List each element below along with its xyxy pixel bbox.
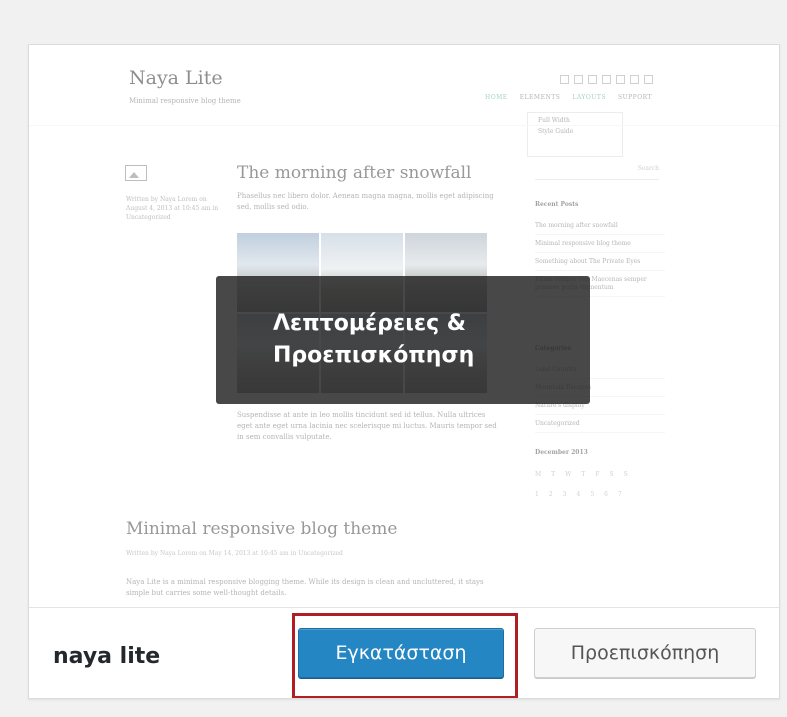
site-nav: HOME ELEMENTS LAYOUTS SUPPORT xyxy=(485,94,652,101)
calendar-cell: S xyxy=(623,471,628,478)
calendar-cell: T xyxy=(581,471,586,478)
calendar-cell: W xyxy=(565,471,572,478)
calendar-row: 1 2 3 4 5 6 7 xyxy=(535,485,665,505)
post-meta: Written by Naya Lorem on August 4, 2013 … xyxy=(126,196,219,221)
sidebar-heading: December 2013 xyxy=(535,449,588,456)
post-excerpt: Phasellus nec libero dolor. Aenean magna… xyxy=(237,192,494,211)
social-icon xyxy=(630,75,639,84)
calendar-cell: 7 xyxy=(617,491,622,498)
calendar-cell: M xyxy=(535,471,542,478)
dropdown-item: Full Width xyxy=(538,117,570,124)
header-divider xyxy=(29,125,779,126)
calendar-row: M T W T F S S xyxy=(535,465,665,485)
social-icon xyxy=(560,75,569,84)
calendar-cell: 4 xyxy=(576,491,581,498)
social-icons xyxy=(560,75,653,84)
calendar-cell: 2 xyxy=(548,491,553,498)
social-icon xyxy=(602,75,611,84)
theme-card-footer: naya lite Εγκατάσταση Προεπισκόπηση xyxy=(29,607,779,698)
sidebar-recent-item: The morning after snowfall xyxy=(535,217,665,235)
theme-screenshot[interactable]: Naya Lite Minimal responsive blog theme … xyxy=(29,45,779,607)
nav-item-home: HOME xyxy=(485,94,508,101)
sidebar-recent-item: Minimal responsive blog theme xyxy=(535,235,665,253)
sidebar-category-item: Uncategorized xyxy=(535,415,665,433)
nav-item-support: SUPPORT xyxy=(617,94,653,101)
sidebar-search: Search xyxy=(535,165,659,180)
calendar-cell: T xyxy=(551,471,556,478)
image-format-icon xyxy=(125,165,147,181)
calendar-cell: 1 xyxy=(535,491,539,498)
theme-card[interactable]: Naya Lite Minimal responsive blog theme … xyxy=(28,44,780,699)
social-icon xyxy=(588,75,597,84)
nav-item-layouts: LAYOUTS xyxy=(572,94,606,101)
nav-item-elements: ELEMENTS xyxy=(519,94,561,101)
social-icon xyxy=(644,75,653,84)
post-title: The morning after snowfall xyxy=(237,163,472,183)
nav-dropdown: Full Width Style Guide xyxy=(527,112,623,157)
social-icon xyxy=(616,75,625,84)
preview-button[interactable]: Προεπισκόπηση xyxy=(534,628,756,678)
social-icon xyxy=(574,75,583,84)
overlay-label: Λεπτομέρειες & Προεπισκόπηση xyxy=(273,311,475,368)
site-tagline: Minimal responsive blog theme xyxy=(129,97,241,105)
calendar-cell: F xyxy=(595,471,600,478)
site-title: Naya Lite xyxy=(129,67,223,89)
post-body: Suspendisse at ante in leo mollis tincid… xyxy=(237,411,497,441)
sidebar-heading: Recent Posts xyxy=(535,201,579,208)
calendar-cell: 5 xyxy=(590,491,595,498)
post2-meta: Written by Naya Lorem on May 14, 2013 at… xyxy=(126,550,343,557)
calendar-cell: 3 xyxy=(562,491,567,498)
calendar-cell: 6 xyxy=(604,491,608,498)
calendar-cell: S xyxy=(609,471,614,478)
post2-body: Naya Lite is a minimal responsive bloggi… xyxy=(126,578,484,597)
install-button[interactable]: Εγκατάσταση xyxy=(298,628,504,678)
post2-title: Minimal responsive blog theme xyxy=(126,519,398,539)
details-preview-overlay[interactable]: Λεπτομέρειες & Προεπισκόπηση xyxy=(216,276,590,404)
theme-name: naya lite xyxy=(53,644,161,669)
sidebar-recent-item: Something about The Private Eyes xyxy=(535,253,665,271)
